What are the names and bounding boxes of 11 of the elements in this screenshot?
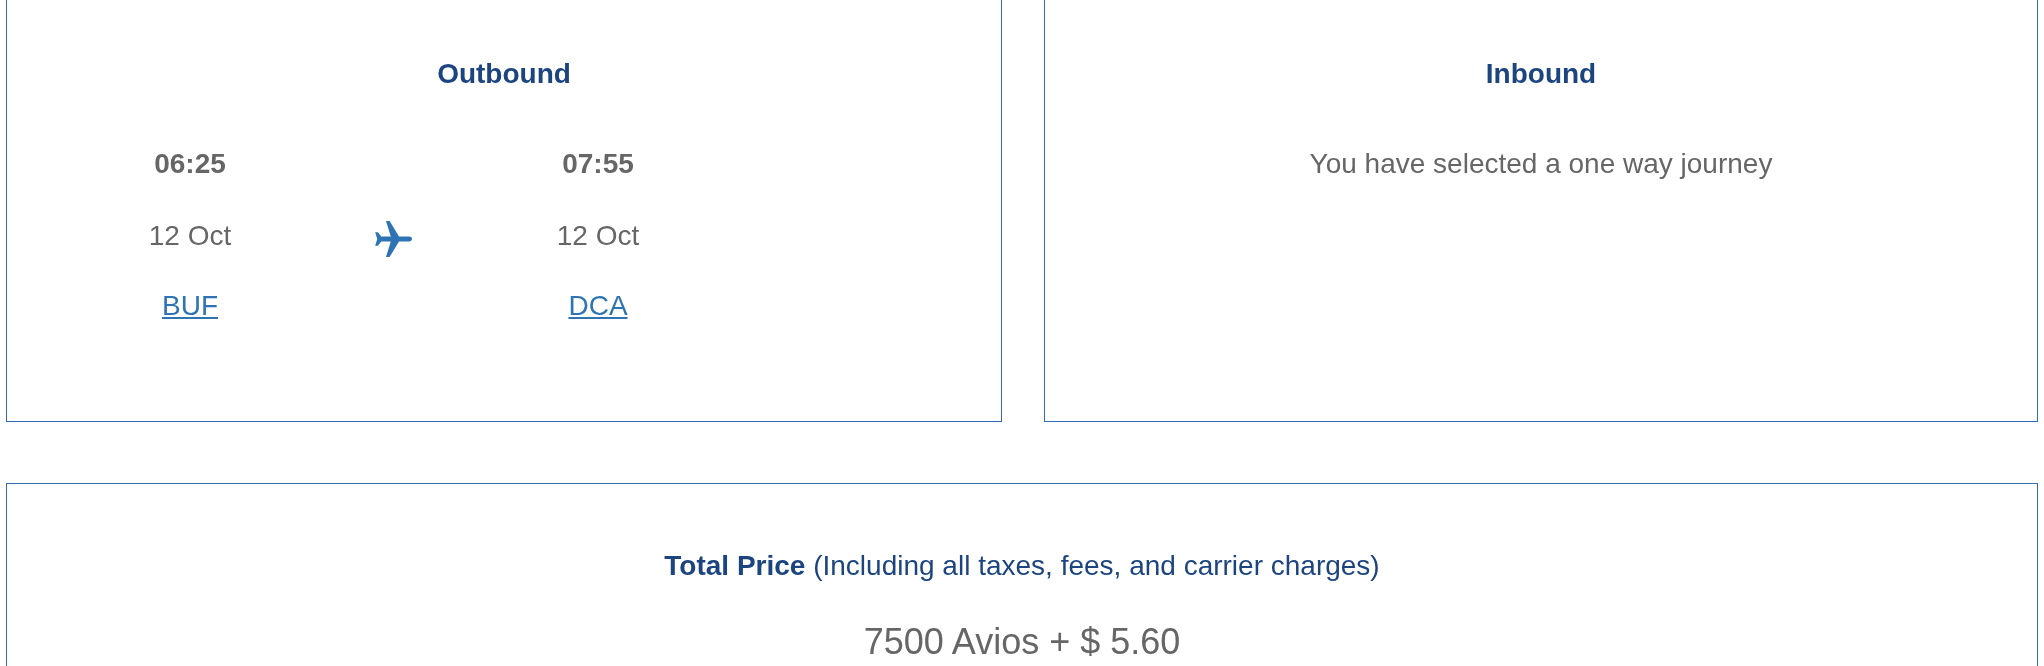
- total-price-label: Total Price (Including all taxes, fees, and carrier charges): [664, 552, 1380, 580]
- flight-time: 06:25: [154, 150, 226, 178]
- flight-date: 12 Oct: [556, 222, 640, 250]
- flight-time: 07:55: [562, 150, 634, 178]
- airport-link[interactable]: BUF: [162, 292, 218, 320]
- one-way-message: You have selected a one way journey: [1309, 150, 1773, 178]
- card-title: Inbound: [1485, 60, 1597, 88]
- card-title: Outbound: [437, 60, 571, 88]
- flight-date: 12 Oct: [148, 222, 232, 250]
- airport-link[interactable]: DCA: [568, 292, 628, 320]
- total-price: 7500 Avios + $ 5.60: [863, 624, 1181, 660]
